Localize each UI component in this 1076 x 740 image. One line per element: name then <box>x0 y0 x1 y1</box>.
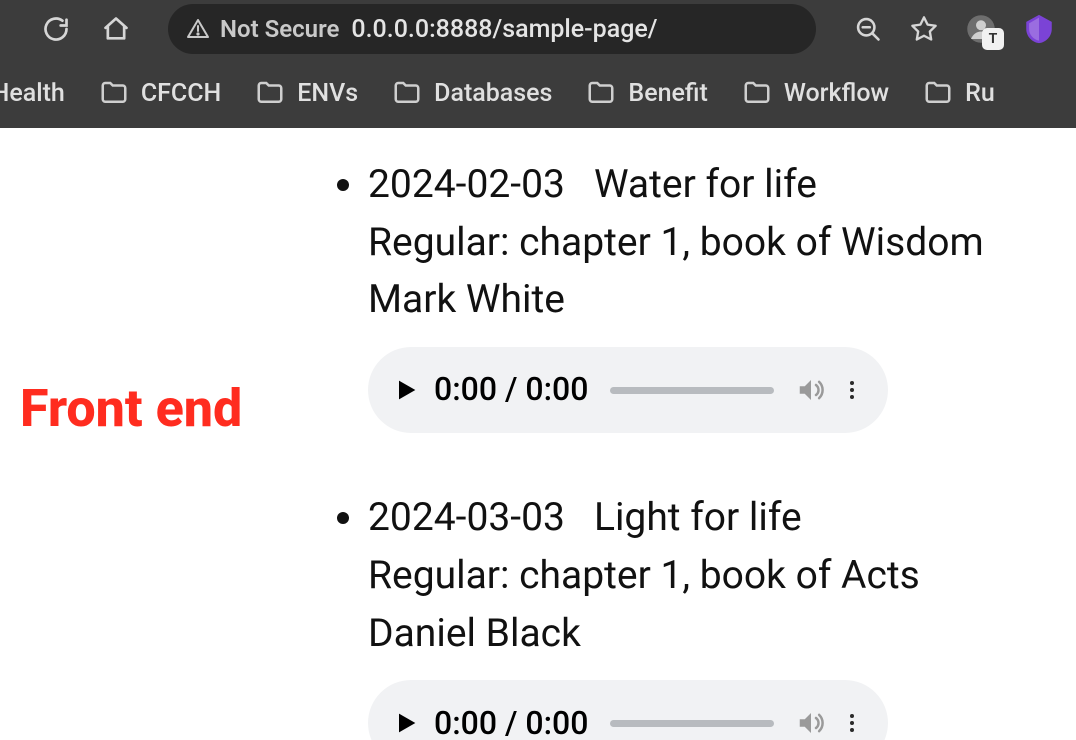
bookmark-item[interactable]: Databases <box>392 78 552 108</box>
audio-player: 0:00 / 0:00 <box>368 680 888 740</box>
entry-date: 2024-02-03 <box>368 161 565 207</box>
list-item: 2024-03-03 Light for life Regular: chapt… <box>368 489 984 740</box>
play-button[interactable] <box>392 709 420 737</box>
warning-icon <box>186 17 210 41</box>
sidebar: Front end <box>0 128 340 740</box>
toolbar-right: T <box>852 12 1056 46</box>
duration: 0:00 <box>525 704 588 740</box>
reload-button[interactable] <box>40 13 72 45</box>
bookmark-item[interactable]: Workflow <box>742 78 889 108</box>
browser-toolbar: Not Secure 0.0.0.0:8888/sample-page/ <box>0 0 1076 58</box>
volume-button[interactable] <box>796 708 826 738</box>
play-icon <box>392 376 420 404</box>
entry-header: 2024-02-03 Water for life <box>368 156 984 214</box>
page-content: Front end 2024-02-03 Water for life Regu… <box>0 128 1076 740</box>
profile-button[interactable]: T <box>964 12 998 46</box>
play-icon <box>392 709 420 737</box>
zoom-out-button[interactable] <box>852 13 884 45</box>
duration: 0:00 <box>525 370 588 408</box>
more-vertical-icon <box>840 711 864 735</box>
play-button[interactable] <box>392 376 420 404</box>
entry-subtitle: Regular: chapter 1, book of Acts <box>368 547 984 605</box>
time-display: 0:00 / 0:00 <box>434 700 588 740</box>
bookmark-star-button[interactable] <box>908 13 940 45</box>
entry-title: Light for life <box>594 494 802 540</box>
profile-letter: T <box>982 28 1004 50</box>
more-vertical-icon <box>840 378 864 402</box>
entries-list: 2024-02-03 Water for life Regular: chapt… <box>340 128 984 740</box>
progress-slider[interactable] <box>610 387 774 394</box>
extension-icon[interactable] <box>1022 12 1056 46</box>
entry-subtitle: Regular: chapter 1, book of Wisdom <box>368 214 984 272</box>
entry-title: Water for life <box>594 161 817 207</box>
current-time: 0:00 <box>434 704 497 740</box>
folder-icon <box>923 78 953 108</box>
audio-player: 0:00 / 0:00 <box>368 347 888 433</box>
entry-author: Mark White <box>368 271 984 329</box>
bookmarks-bar: e Health CFCCH ENVs Databases Benefit <box>0 58 1076 128</box>
browser-chrome: Not Secure 0.0.0.0:8888/sample-page/ <box>0 0 1076 128</box>
address-bar[interactable]: Not Secure 0.0.0.0:8888/sample-page/ <box>168 4 816 54</box>
security-indicator[interactable]: Not Secure <box>186 15 339 43</box>
sidebar-title: Front end <box>20 378 340 439</box>
time-display: 0:00 / 0:00 <box>434 366 588 413</box>
bookmark-label: e Health <box>0 79 65 108</box>
not-secure-label: Not Secure <box>220 15 339 43</box>
bookmark-item[interactable]: e Health <box>0 79 65 108</box>
more-options-button[interactable] <box>840 378 864 402</box>
bookmark-item[interactable]: CFCCH <box>99 78 221 108</box>
folder-icon <box>255 78 285 108</box>
bookmark-label: Ru <box>965 79 995 108</box>
volume-icon <box>796 708 826 738</box>
current-time: 0:00 <box>434 370 497 408</box>
bookmark-label: Benefit <box>628 79 707 108</box>
folder-icon <box>392 78 422 108</box>
more-options-button[interactable] <box>840 711 864 735</box>
home-button[interactable] <box>100 13 132 45</box>
progress-slider[interactable] <box>610 720 774 727</box>
bookmark-label: ENVs <box>297 79 358 108</box>
folder-icon <box>742 78 772 108</box>
bookmark-label: CFCCH <box>141 79 221 108</box>
folder-icon <box>99 78 129 108</box>
list-item: 2024-02-03 Water for life Regular: chapt… <box>368 156 984 433</box>
folder-icon <box>586 78 616 108</box>
bookmark-item[interactable]: Benefit <box>586 78 707 108</box>
bookmark-item[interactable]: ENVs <box>255 78 358 108</box>
entry-header: 2024-03-03 Light for life <box>368 489 984 547</box>
bookmark-label: Workflow <box>784 79 889 108</box>
bookmark-item[interactable]: Ru <box>923 78 995 108</box>
volume-button[interactable] <box>796 375 826 405</box>
url-text: 0.0.0.0:8888/sample-page/ <box>351 15 657 44</box>
bookmark-label: Databases <box>434 79 552 108</box>
volume-icon <box>796 375 826 405</box>
entry-date: 2024-03-03 <box>368 494 565 540</box>
entry-author: Daniel Black <box>368 605 984 663</box>
